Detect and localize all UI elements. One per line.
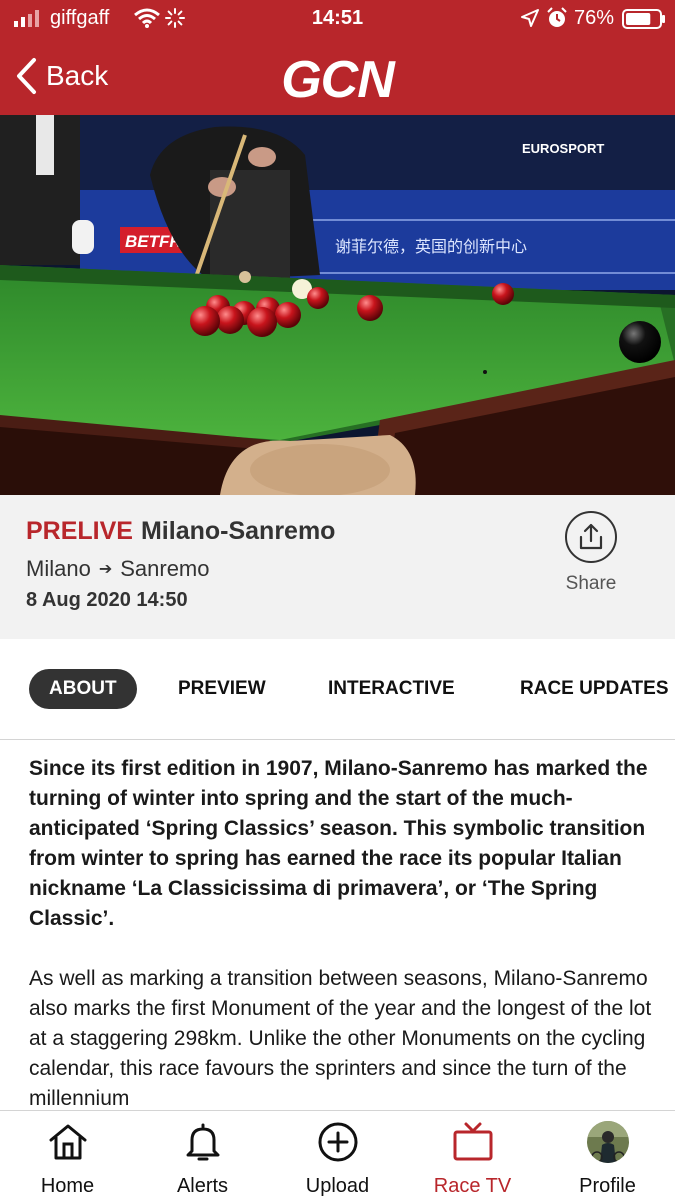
race-status-badge: PRELIVE <box>26 517 133 545</box>
nav-alerts[interactable]: Alerts <box>135 1111 270 1200</box>
snooker-video-frame: BETFR 谢菲尔德，英国的创新中心 EUROSPORT <box>0 115 675 495</box>
tab-interactive[interactable]: INTERACTIVE <box>328 669 455 709</box>
battery-percentage: 76% <box>574 7 615 29</box>
nav-race-tv[interactable]: Race TV <box>405 1111 540 1200</box>
share-icon <box>565 511 617 563</box>
share-label: Share <box>565 573 617 594</box>
share-button[interactable]: Share <box>558 511 624 601</box>
broadcaster-watermark: EUROSPORT <box>522 141 604 156</box>
route-finish: Sanremo <box>120 556 210 581</box>
article-lead: Since its first edition in 1907, Milano-… <box>29 757 648 930</box>
home-icon <box>49 1124 87 1160</box>
nav-profile-label: Profile <box>579 1175 636 1197</box>
tab-race-updates[interactable]: RACE UPDATES <box>520 669 669 709</box>
tab-about[interactable]: ABOUT <box>29 669 137 709</box>
race-route: Milano ➔ Sanremo <box>26 556 210 582</box>
article-paragraph: As well as marking a transition between … <box>29 967 652 1110</box>
route-start: Milano <box>26 556 91 581</box>
alarm-clock-icon <box>547 7 567 27</box>
bell-icon <box>186 1123 220 1161</box>
content-tabs: ABOUT PREVIEW INTERACTIVE RACE UPDATES <box>0 639 675 740</box>
tab-preview[interactable]: PREVIEW <box>178 669 266 709</box>
arena-banner: 谢菲尔德，英国的创新中心 <box>335 237 527 256</box>
nav-alerts-label: Alerts <box>176 1175 229 1197</box>
location-arrow-icon <box>521 9 539 27</box>
battery-icon <box>622 9 665 29</box>
nav-upload-label: Upload <box>305 1175 370 1197</box>
plus-circle-icon <box>318 1122 358 1162</box>
gcn-logo: GCN <box>281 51 395 109</box>
race-name: Milano-Sanremo <box>140 517 336 545</box>
arrow-right-icon: ➔ <box>98 561 113 578</box>
nav-upload[interactable]: Upload <box>270 1111 405 1200</box>
nav-home-label: Home <box>40 1175 95 1197</box>
race-date: 8 Aug 2020 14:50 <box>26 589 188 611</box>
race-info-panel: PRELIVE Milano-Sanremo Milano ➔ Sanremo 8… <box>0 495 675 639</box>
about-article[interactable]: Since its first edition in 1907, Milano-… <box>29 754 654 1110</box>
app-header: giffgaff 14:51 76% Back GCN <box>0 0 675 115</box>
tv-icon <box>453 1122 493 1161</box>
avatar <box>587 1121 629 1163</box>
race-title: PRELIVE Milano-Sanremo <box>26 517 335 546</box>
nav-home[interactable]: Home <box>0 1111 135 1200</box>
bottom-tab-bar: Home Alerts Upload Race TV Profile <box>0 1110 675 1200</box>
nav-race-tv-label: Race TV <box>433 1175 512 1197</box>
nav-profile[interactable]: Profile <box>540 1111 675 1200</box>
video-player[interactable]: BETFR 谢菲尔德，英国的创新中心 EUROSPORT <box>0 115 675 495</box>
status-bar: giffgaff 14:51 76% <box>0 0 675 38</box>
